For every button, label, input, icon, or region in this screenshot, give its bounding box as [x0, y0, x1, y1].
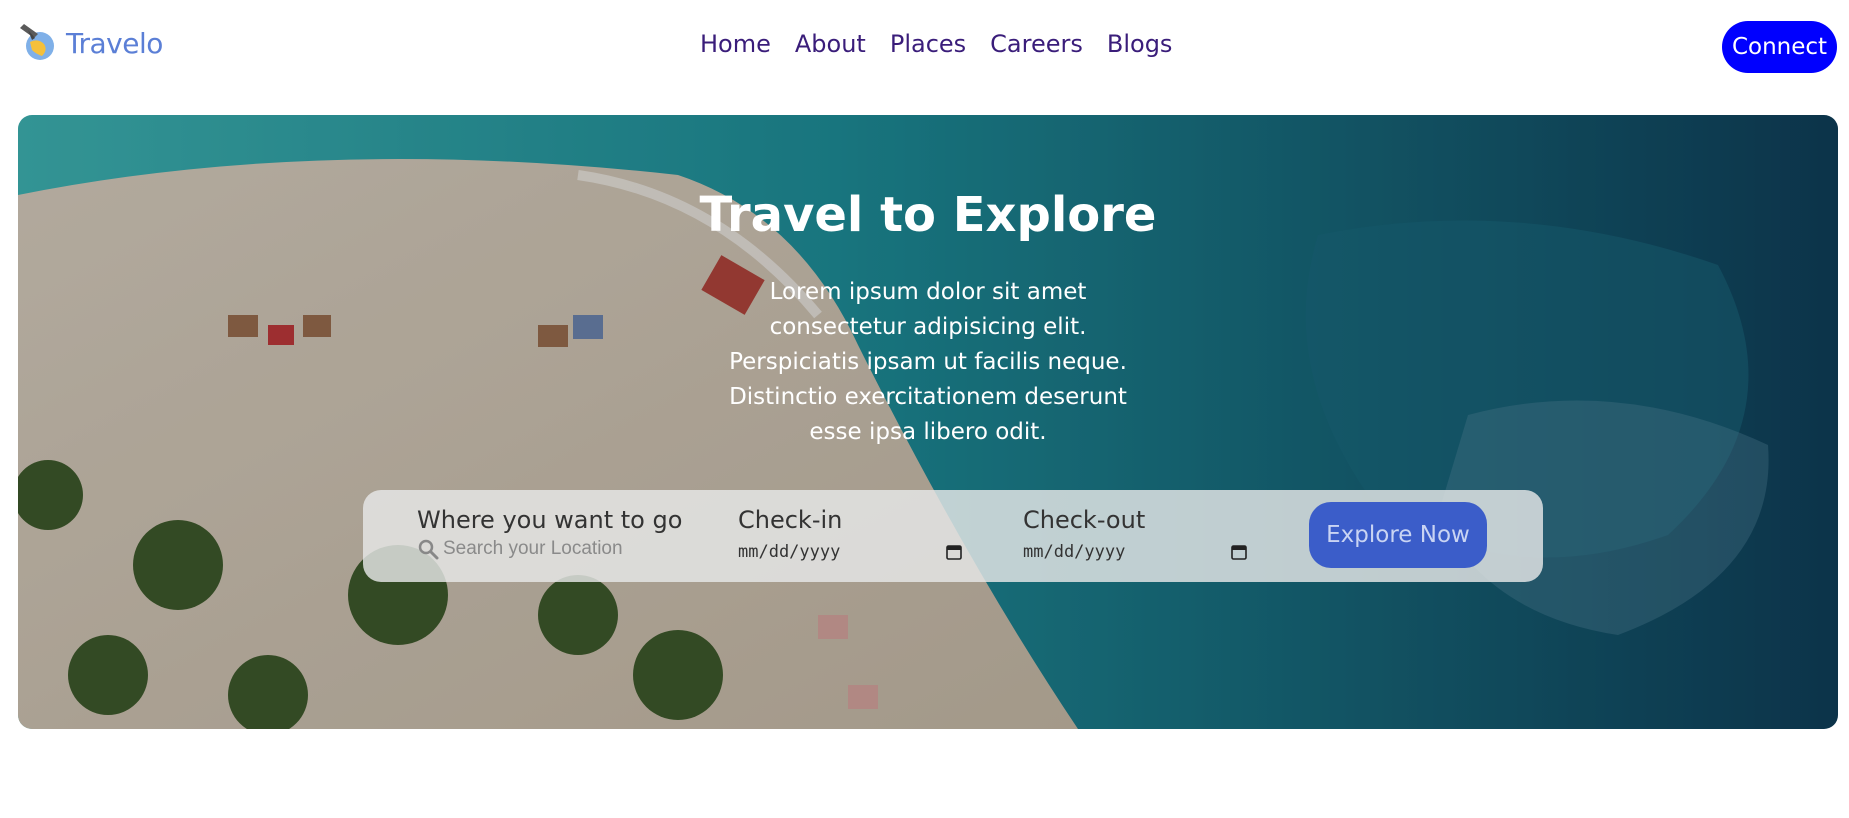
calendar-icon[interactable] [1230, 543, 1248, 561]
checkin-label: Check-in [738, 506, 843, 534]
checkout-date-value: mm/dd/yyyy [1023, 542, 1126, 562]
checkout-date-input[interactable]: mm/dd/yyyy [1023, 542, 1248, 562]
nav-item-home[interactable]: Home [700, 30, 771, 58]
nav-item-about[interactable]: About [795, 30, 866, 58]
checkin-field: Check-in mm/dd/yyyy [738, 506, 963, 562]
checkout-field: Check-out mm/dd/yyyy [1023, 506, 1248, 562]
nav-item-careers[interactable]: Careers [990, 30, 1083, 58]
destination-field: Where you want to go [417, 506, 682, 560]
destination-label: Where you want to go [417, 506, 683, 534]
hero-section: Travel to Explore Lorem ipsum dolor sit … [18, 115, 1838, 729]
checkin-date-input[interactable]: mm/dd/yyyy [738, 542, 963, 562]
search-bar: Where you want to go Check-in mm/dd/yyyy [363, 490, 1543, 582]
explore-now-button[interactable]: Explore Now [1309, 502, 1487, 568]
checkout-label: Check-out [1023, 506, 1146, 534]
hero-description: Lorem ipsum dolor sit amet consectetur a… [729, 279, 1127, 445]
calendar-icon[interactable] [945, 543, 963, 561]
search-icon [418, 539, 439, 560]
nav-item-blogs[interactable]: Blogs [1107, 30, 1173, 58]
brand-logo[interactable]: Travelo [18, 22, 163, 64]
brand-name: Travelo [66, 26, 163, 60]
location-search-input[interactable] [443, 538, 663, 560]
nav-item-places[interactable]: Places [890, 30, 966, 58]
checkin-date-value: mm/dd/yyyy [738, 542, 841, 562]
plane-globe-icon [20, 24, 54, 60]
hero-title: Travel to Explore [699, 187, 1157, 243]
main-nav: Home About Places Careers Blogs [700, 30, 1172, 58]
connect-button[interactable]: Connect [1722, 21, 1837, 73]
site-header: Travelo Home About Places Careers Blogs … [0, 0, 1849, 100]
